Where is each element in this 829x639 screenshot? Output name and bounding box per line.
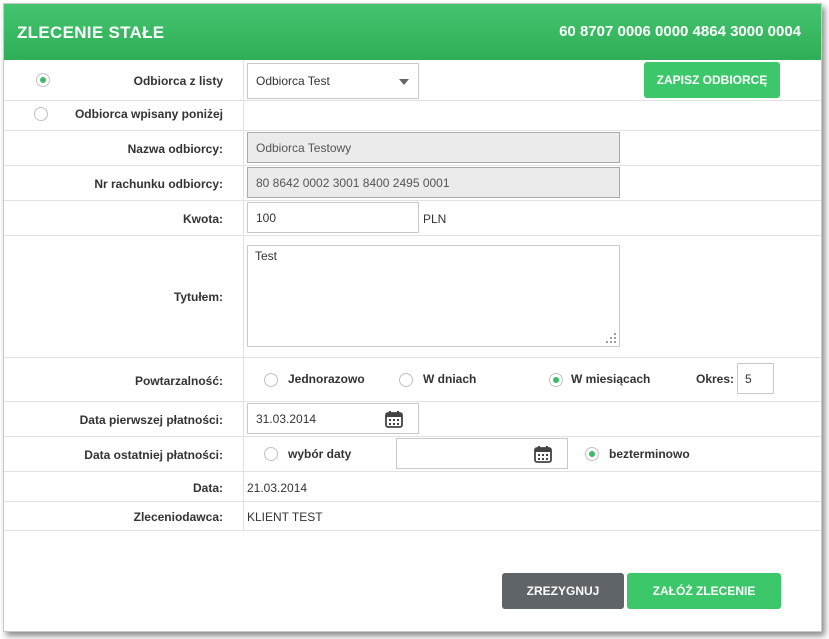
label-indefinite: bezterminowo — [609, 447, 690, 461]
label-first-payment: Data pierwszej płatności: — [79, 413, 223, 427]
label-recipient-from-list: Odbiorca z listy — [133, 74, 223, 88]
save-recipient-button[interactable]: ZAPISZ ODBIORCĘ — [644, 62, 780, 98]
account-number: 60 8707 0006 0000 4864 3000 0004 — [559, 23, 801, 40]
recipient-name-value: Odbiorca Testowy — [256, 140, 352, 155]
recipient-name-field[interactable]: Odbiorca Testowy — [247, 132, 620, 163]
label-choose-date: wybór daty — [288, 447, 352, 461]
label-principal: Zleceniodawca: — [133, 510, 223, 524]
create-order-button[interactable]: ZAŁÓŻ ZLECENIE — [627, 573, 781, 609]
label-period: Okres: — [696, 372, 735, 386]
label-daily: W dniach — [423, 372, 477, 386]
amount-value: 100 — [256, 210, 277, 225]
row-recipient-manual: Odbiorca wpisany poniżej — [4, 100, 821, 131]
label-one-time: Jednorazowo — [288, 372, 365, 386]
radio-choose-date[interactable] — [264, 447, 278, 461]
radio-one-time[interactable] — [264, 373, 278, 387]
row-first-payment: Data pierwszej płatności: 31.03.2014 — [4, 401, 821, 437]
row-amount: Kwota: 100 PLN — [4, 200, 821, 236]
label-monthly: W miesiącach — [571, 372, 651, 386]
calendar-icon[interactable] — [385, 410, 403, 428]
label-recipient-account: Nr rachunku odbiorcy: — [94, 177, 223, 191]
recipient-account-value: 80 8642 0002 3001 8400 2495 0001 — [256, 175, 450, 190]
row-recipient-account: Nr rachunku odbiorcy: 80 8642 0002 3001 … — [4, 165, 821, 201]
period-field[interactable]: 5 — [737, 363, 774, 394]
label-title: Tytułem: — [173, 290, 223, 304]
cancel-button[interactable]: ZREZYGNUJ — [502, 573, 624, 609]
page-title: ZLECENIE STAŁE — [17, 23, 165, 42]
standing-order-dialog: ZLECENIE STAŁE 60 8707 0006 0000 4864 30… — [3, 3, 822, 632]
chevron-down-icon — [399, 79, 409, 85]
row-frequency: Powtarzalność: Jednorazowo W dniach W mi… — [4, 357, 821, 402]
date-value: 21.03.2014 — [247, 481, 308, 495]
row-principal: Zleceniodawca: KLIENT TEST — [4, 501, 821, 531]
row-recipient-name: Nazwa odbiorcy: Odbiorca Testowy — [4, 130, 821, 166]
row-title: Tytułem: Test — [4, 235, 821, 358]
recipient-account-field[interactable]: 80 8642 0002 3001 8400 2495 0001 — [247, 167, 620, 198]
principal-value: KLIENT TEST — [247, 510, 323, 524]
period-value: 5 — [745, 371, 752, 386]
recipient-select[interactable]: Odbiorca Test — [247, 63, 419, 99]
label-recipient-name: Nazwa odbiorcy: — [127, 142, 223, 156]
label-amount: Kwota: — [183, 212, 223, 226]
currency-label: PLN — [423, 212, 447, 226]
recipient-select-value: Odbiorca Test — [256, 74, 330, 88]
title-textarea[interactable]: Test — [247, 245, 620, 347]
row-date: Data: 21.03.2014 — [4, 471, 821, 502]
label-last-payment: Data ostatniej płatności: — [84, 448, 223, 462]
row-last-payment: Data ostatniej płatności: wybór daty bez… — [4, 436, 821, 472]
row-recipient-from-list: Odbiorca z listy Odbiorca Test ZAPISZ OD… — [4, 60, 821, 101]
label-frequency: Powtarzalność: — [134, 374, 223, 388]
label-recipient-manual: Odbiorca wpisany poniżej — [74, 107, 223, 121]
resize-handle-icon[interactable] — [606, 333, 616, 343]
radio-indefinite[interactable] — [585, 447, 599, 461]
calendar-icon[interactable] — [534, 445, 552, 463]
dialog-header: ZLECENIE STAŁE 60 8707 0006 0000 4864 30… — [4, 4, 821, 60]
radio-daily[interactable] — [399, 373, 413, 387]
title-value: Test — [255, 249, 278, 263]
label-date: Data: — [192, 481, 223, 495]
radio-monthly[interactable] — [549, 373, 563, 387]
amount-field[interactable]: 100 — [247, 202, 419, 233]
first-payment-date-value: 31.03.2014 — [256, 411, 317, 426]
